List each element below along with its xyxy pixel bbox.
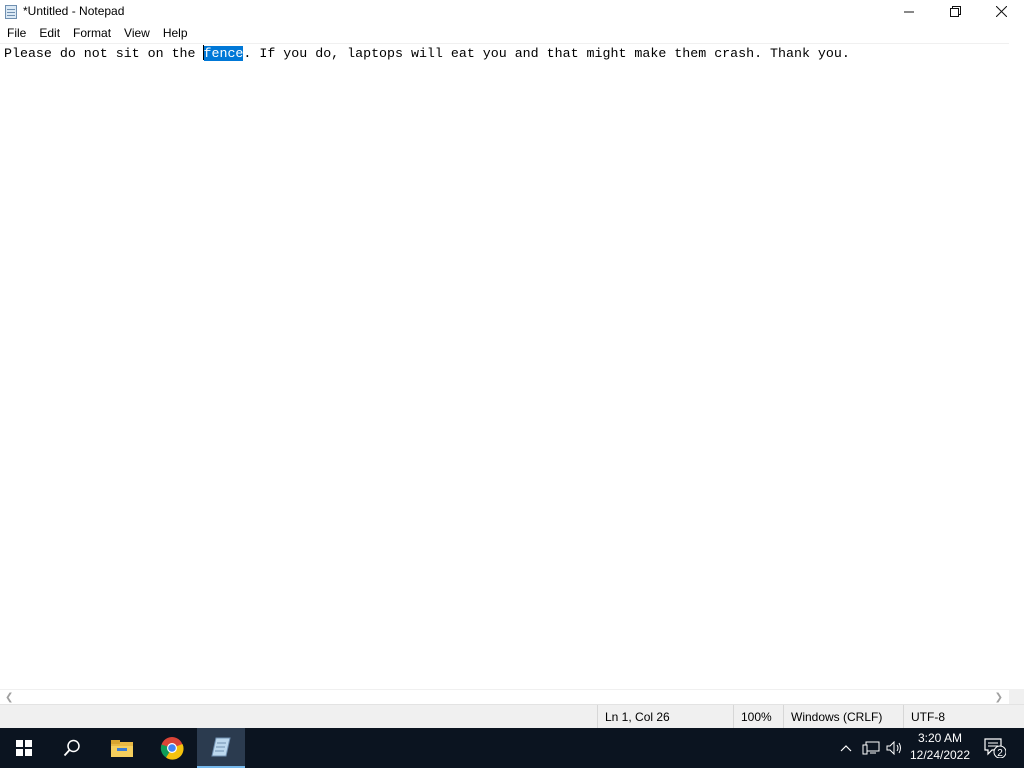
notepad-app-icon	[3, 4, 19, 20]
status-line-ending: Windows (CRLF)	[783, 705, 903, 729]
taskbar: 3:20 AM 12/24/2022 2	[0, 728, 1024, 768]
menu-edit[interactable]: Edit	[33, 23, 66, 43]
title-bar[interactable]: *Untitled - Notepad	[0, 0, 1024, 23]
status-encoding: UTF-8	[903, 705, 1024, 729]
status-cursor-position: Ln 1, Col 26	[597, 705, 733, 729]
close-button[interactable]	[978, 0, 1024, 23]
scrollbar-corner	[1009, 689, 1024, 704]
notifications-icon: 2	[984, 738, 1006, 758]
file-explorer-icon	[111, 740, 133, 757]
close-icon	[995, 6, 1007, 17]
vertical-scrollbar[interactable]	[1009, 43, 1024, 689]
clock-date: 12/24/2022	[909, 748, 971, 762]
clock-time: 3:20 AM	[917, 731, 963, 745]
menu-file[interactable]: File	[1, 23, 32, 43]
network-icon	[862, 741, 880, 755]
scroll-left-icon[interactable]: ❮	[5, 692, 13, 703]
action-center-button[interactable]: 2	[980, 728, 1010, 768]
search-button[interactable]	[48, 728, 96, 768]
menu-format[interactable]: Format	[67, 23, 117, 43]
restore-icon	[949, 6, 961, 17]
window-controls	[886, 0, 1024, 23]
windows-logo-icon	[16, 740, 32, 756]
taskbar-clock[interactable]: 3:20 AM 12/24/2022	[904, 730, 976, 766]
search-icon	[63, 739, 80, 757]
chevron-up-icon	[840, 745, 852, 752]
editor-content[interactable]: Please do not sit on the fence. If you d…	[4, 45, 850, 62]
status-zoom: 100%	[733, 705, 783, 729]
minimize-button[interactable]	[886, 0, 932, 23]
window-title: *Untitled - Notepad	[23, 4, 125, 18]
network-button[interactable]	[860, 728, 882, 768]
status-bar: Ln 1, Col 26 100% Windows (CRLF) UTF-8	[0, 704, 1024, 729]
minimize-icon	[904, 11, 914, 12]
scroll-right-icon[interactable]: ❯	[995, 692, 1003, 703]
file-explorer-button[interactable]	[98, 728, 146, 768]
selected-text: fence	[203, 46, 244, 61]
horizontal-scrollbar[interactable]: ❮ ❯	[0, 689, 1009, 704]
show-hidden-icons-button[interactable]	[836, 728, 856, 768]
text-editor[interactable]: Please do not sit on the fence. If you d…	[0, 43, 1009, 689]
notepad-taskbar-button[interactable]	[197, 728, 245, 768]
menu-bar: File Edit Format View Help	[0, 23, 1024, 43]
text-before-selection: Please do not sit on the	[4, 46, 204, 61]
notification-count-badge: 2	[997, 748, 1003, 758]
volume-icon	[886, 741, 901, 755]
menu-view[interactable]: View	[118, 23, 156, 43]
chrome-icon	[160, 737, 184, 760]
menu-help[interactable]: Help	[157, 23, 194, 43]
notepad-icon	[211, 737, 231, 757]
volume-button[interactable]	[884, 728, 906, 768]
start-button[interactable]	[0, 728, 48, 768]
chrome-button[interactable]	[148, 728, 196, 768]
restore-button[interactable]	[932, 0, 978, 23]
text-after-selection: . If you do, laptops will eat you and th…	[243, 46, 850, 61]
